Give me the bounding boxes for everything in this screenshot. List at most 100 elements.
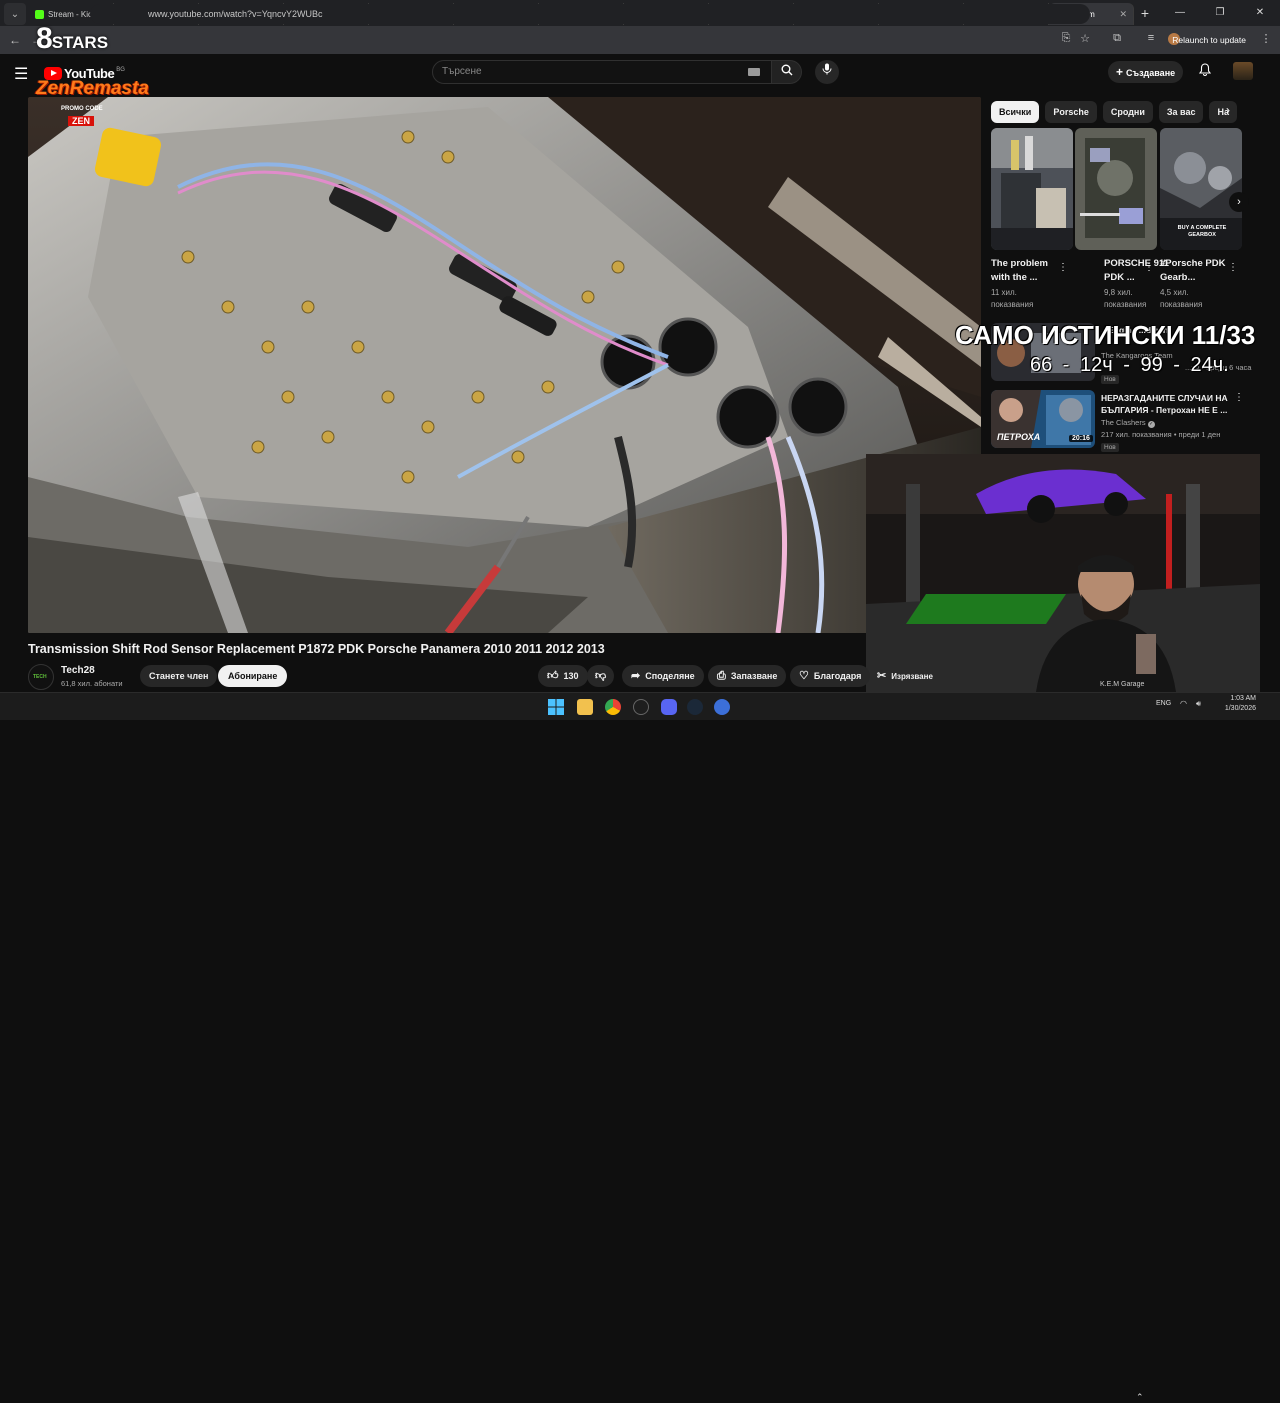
channel-name: The Clashers — [1101, 418, 1146, 427]
filter-chip[interactable]: За вас — [1158, 101, 1204, 123]
share-button[interactable]: ➦ Споделяне — [622, 665, 704, 687]
steam-icon[interactable] — [687, 699, 703, 715]
microphone-icon — [822, 63, 832, 75]
rec-views-3: 4,5 хил. показвания — [1160, 288, 1203, 309]
overlay-headline: САМО ИСТИНСКИ 11/33 — [955, 320, 1256, 350]
tray-chevron-icon[interactable]: ⌃ — [1136, 1392, 1144, 1403]
browser-menu-icon[interactable]: ⋮ — [1258, 32, 1274, 45]
keyboard-icon[interactable] — [748, 68, 760, 76]
media-controls-icon[interactable]: ≡ — [1143, 32, 1159, 44]
dislike-button[interactable]: 👎︎ — [587, 665, 615, 687]
stars-logo-text: 8STARS — [36, 22, 108, 56]
windows-taskbar: ⌃ — [0, 692, 1280, 1402]
thanks-button[interactable]: ♡ Благодаря — [790, 665, 871, 687]
relaunch-button[interactable]: Relaunch to update — [1166, 31, 1252, 49]
input-language[interactable]: ENG — [1156, 700, 1171, 707]
rec-title-3[interactable]: #Porsche PDK Gearb... — [1160, 257, 1230, 285]
zenremasta-logo-text: ZenRemasta — [36, 78, 149, 99]
thumbs-up-icon: 👍︎ — [547, 670, 559, 682]
rec-row-title-2[interactable]: НЕРАЗГАДАНИТЕ СЛУЧАИ НА БЪЛГАРИЯ - Петро… — [1101, 392, 1233, 416]
video-frame — [28, 97, 981, 633]
channel-avatar[interactable] — [28, 664, 54, 690]
search-input[interactable]: Търсене — [432, 60, 772, 84]
tab-close-icon[interactable]: ✕ — [1119, 9, 1127, 20]
channel-name[interactable]: Tech28 — [61, 665, 95, 676]
address-bar[interactable]: www.youtube.com/watch?v=YqncvY2WUBc — [90, 4, 1090, 24]
rec-title-1[interactable]: The problem with the ... — [991, 257, 1061, 285]
save-button[interactable]: ⎙ Запазване — [708, 665, 787, 687]
rec-thumbnail-3[interactable]: BUY A COMPLETE GEARBOX — [1160, 128, 1242, 250]
new-tab-button[interactable]: + — [1134, 5, 1156, 21]
wifi-icon[interactable]: ◠ — [1180, 699, 1187, 708]
rec-thumbnail-2[interactable] — [1075, 128, 1157, 250]
install-app-icon[interactable]: ⎘ — [1058, 32, 1074, 45]
bookmark-icon: ⎙ — [717, 670, 726, 682]
streamer-overlay-logo: 8STARS ZenRemasta PROMO CODE ZEN — [36, 22, 149, 132]
scissors-icon: ✂ — [877, 670, 887, 682]
create-button[interactable]: + Създаване — [1108, 61, 1184, 83]
window-controls: — ❐ ✕ — [1160, 0, 1280, 26]
file-explorer-icon[interactable] — [577, 699, 593, 715]
clock-date: 1/30/2026 — [1224, 705, 1256, 712]
minimize-icon[interactable]: — — [1160, 0, 1200, 26]
tab-search-menu-icon[interactable]: ⌄ — [4, 3, 26, 25]
promo-code-value: ZEN — [68, 116, 94, 126]
like-button[interactable]: 👍︎ 130 — [538, 665, 588, 687]
extensions-icon[interactable]: ⧉ — [1109, 32, 1125, 45]
windows-start-icon[interactable] — [548, 699, 564, 715]
volume-icon[interactable]: 🔊︎ — [1196, 699, 1201, 709]
webcam-frame — [866, 454, 1260, 692]
more-actions-icon[interactable]: ⋮ — [1144, 262, 1154, 273]
chrome-icon[interactable] — [605, 699, 621, 715]
notifications-bell-icon[interactable] — [1197, 63, 1213, 79]
verified-icon: ✓ — [1147, 421, 1155, 428]
rec-row-channel-2[interactable]: The Clashers ✓ — [1101, 418, 1155, 428]
voice-search-button[interactable] — [815, 60, 839, 84]
clip-label: Изрязване — [891, 672, 933, 681]
share-label: Споделяне — [645, 671, 695, 681]
carousel-next-icon[interactable]: › — [1229, 192, 1249, 212]
more-actions-icon[interactable]: ⋮ — [1234, 392, 1244, 403]
stars-number: 8 — [36, 22, 53, 55]
filter-chip[interactable]: Всички — [991, 101, 1040, 123]
subscribe-button[interactable]: Абониране — [218, 665, 288, 687]
video-player[interactable] — [28, 97, 981, 633]
thanks-label: Благодаря — [813, 671, 862, 681]
overlay-countdown: 66 - 12ч - 99 - 24ч. — [1030, 354, 1229, 376]
system-clock[interactable]: 1:03 AM 1/30/2026 — [1208, 694, 1256, 714]
new-badge: Нов — [1101, 443, 1119, 452]
filter-chip[interactable]: Сродни — [1102, 101, 1153, 123]
rec-thumbnail-1[interactable] — [991, 128, 1073, 250]
plus-icon: + — [1116, 65, 1124, 79]
filter-chip-bar: Всички Porsche Сродни За вас На — [991, 101, 1243, 123]
save-label: Запазване — [730, 671, 778, 681]
obs-icon[interactable] — [633, 699, 649, 715]
heart-dollar-icon: ♡ — [799, 670, 809, 682]
more-actions-icon[interactable]: ⋮ — [1058, 262, 1068, 273]
share-icon: ➦ — [631, 670, 641, 682]
stars-word: STARS — [51, 33, 109, 52]
discord-icon[interactable] — [661, 699, 677, 715]
streamer-webcam — [866, 454, 1260, 692]
chip-scroll-next-icon[interactable]: › — [1221, 103, 1235, 117]
video-duration: 20:16 — [1069, 435, 1093, 442]
subscriber-count: 61,8 хил. абонати — [61, 679, 123, 688]
bookmark-star-icon[interactable]: ☆ — [1077, 32, 1093, 45]
app-icon[interactable] — [714, 699, 730, 715]
filter-chip[interactable]: Porsche — [1045, 101, 1097, 123]
back-icon[interactable]: ← — [4, 33, 26, 47]
maximize-icon[interactable]: ❐ — [1200, 0, 1240, 26]
join-button[interactable]: Станете член — [140, 665, 218, 687]
tab-favicon-icon — [35, 9, 44, 19]
youtube-header: ☰ YouTube BG Търсене + Създаване — [0, 54, 1280, 94]
rec-row-meta-2: 217 хил. показвания • преди 1 ден — [1101, 430, 1221, 439]
guide-menu-icon[interactable]: ☰ — [14, 64, 32, 84]
close-window-icon[interactable]: ✕ — [1240, 0, 1280, 26]
account-avatar[interactable] — [1233, 62, 1253, 80]
like-count: 130 — [563, 671, 579, 681]
create-label: Създаване — [1126, 68, 1176, 78]
search-button[interactable] — [772, 60, 802, 84]
clip-button[interactable]: ✂ Изрязване — [872, 668, 938, 684]
thumbs-down-icon: 👎︎ — [595, 670, 607, 682]
more-actions-icon[interactable]: ⋮ — [1228, 262, 1238, 273]
